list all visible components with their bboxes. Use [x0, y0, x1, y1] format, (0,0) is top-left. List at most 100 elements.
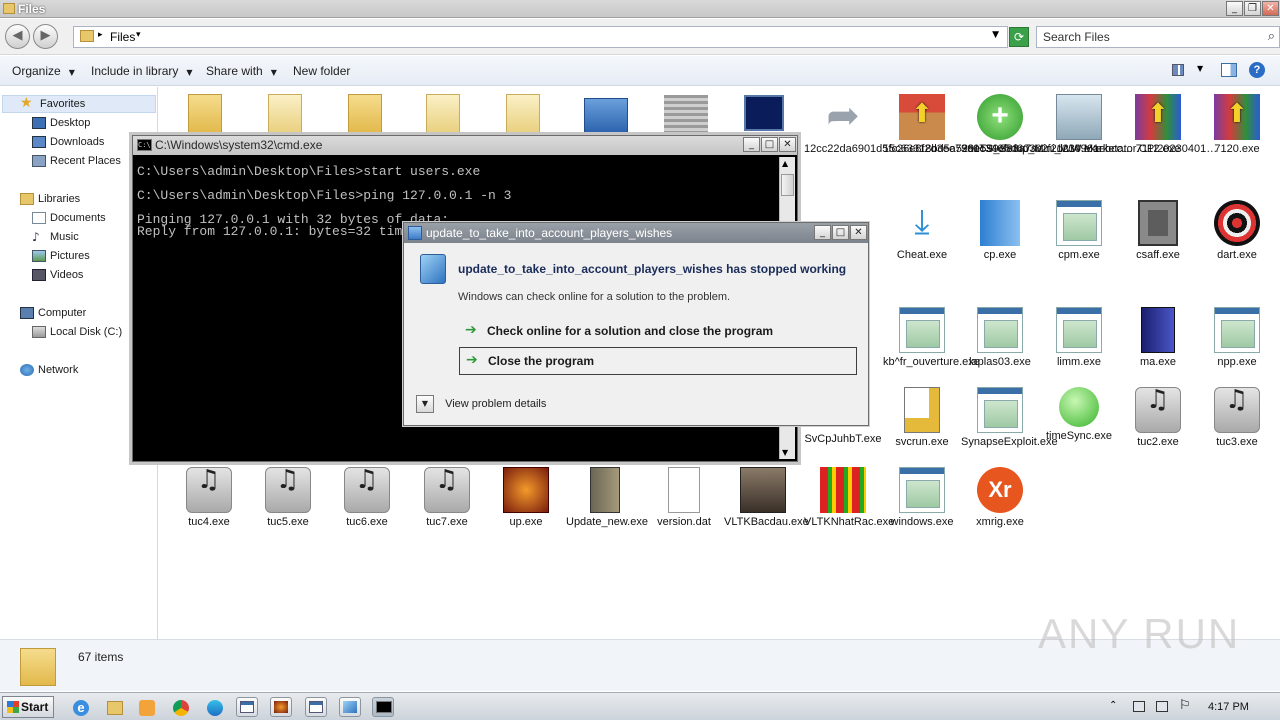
help-icon[interactable]: ?: [1249, 62, 1265, 78]
taskbar-app-window[interactable]: [305, 697, 327, 717]
cmd-title-bar[interactable]: C:\ C:\Windows\system32\cmd.exe _ □ ✕: [133, 136, 797, 155]
dialog-title-bar[interactable]: update_to_take_into_account_players_wish…: [404, 223, 868, 243]
file-explorer-icon[interactable]: [103, 697, 125, 717]
folder-icon[interactable]: [268, 94, 302, 134]
minimize-button[interactable]: _: [814, 225, 831, 240]
file-item[interactable]: cpm.exe: [1040, 200, 1118, 262]
nav-computer[interactable]: Computer: [20, 307, 86, 320]
new-folder-button[interactable]: New folder: [293, 64, 350, 78]
file-item[interactable]: svcrun.exe: [883, 387, 961, 449]
folder-icon[interactable]: [584, 98, 628, 134]
file-item[interactable]: version.dat: [645, 467, 723, 529]
nav-documents[interactable]: Documents: [32, 212, 106, 225]
file-item[interactable]: kb^fr_ouverture.exe: [883, 307, 980, 369]
file-item[interactable]: SynapseExploit.exe: [961, 387, 1058, 449]
edge-icon[interactable]: [204, 697, 226, 717]
address-bar[interactable]: ▸ Files ▾ ▼: [73, 26, 1008, 48]
file-item[interactable]: timeSync.exe: [1040, 387, 1118, 443]
file-item[interactable]: 7120.exe: [1198, 94, 1276, 156]
nav-libraries[interactable]: Libraries: [20, 193, 80, 206]
file-item[interactable]: limm.exe: [1040, 307, 1118, 369]
folder-icon[interactable]: [348, 94, 382, 134]
include-in-library-menu[interactable]: Include in library ▼: [91, 64, 193, 78]
file-item[interactable]: ➦ 12cc22da6901d5fc26e8f2d3ee79a1c346f83a…: [804, 94, 1054, 156]
file-item[interactable]: + 360TS_Setup_Mini_WW.Marketator.CPI2023…: [961, 94, 1217, 156]
terminal-icon[interactable]: [744, 95, 784, 131]
file-item[interactable]: npp.exe: [1198, 307, 1276, 369]
start-button[interactable]: Start: [2, 696, 54, 718]
file-item[interactable]: laplas03.exe: [961, 307, 1039, 369]
minimize-button[interactable]: _: [743, 137, 760, 152]
file-item[interactable]: VLTKBacdau.exe: [724, 467, 809, 529]
chrome-icon[interactable]: [170, 697, 192, 717]
share-with-menu[interactable]: Share with ▼: [206, 64, 277, 78]
file-item[interactable]: 15c63318bd5a529e599e5d60302f2dc14961ebcc…: [883, 94, 1133, 156]
file-item[interactable]: ⤓ Cheat.exe: [883, 200, 961, 262]
app-icon[interactable]: [664, 95, 708, 135]
nav-recent-places[interactable]: Recent Places: [32, 155, 121, 168]
internet-explorer-icon[interactable]: e: [70, 697, 92, 717]
scroll-up-arrow-icon[interactable]: ▲: [782, 159, 788, 168]
media-player-icon[interactable]: [136, 697, 158, 717]
file-item[interactable]: ma.exe: [1119, 307, 1197, 369]
taskbar-cmd[interactable]: [372, 697, 394, 717]
file-item[interactable]: tuc3.exe: [1198, 387, 1276, 449]
file-item[interactable]: VLTKNhatRac.exe: [804, 467, 894, 529]
file-item[interactable]: tuc6.exe: [328, 467, 406, 529]
search-input[interactable]: Search Files ⌕: [1036, 26, 1280, 48]
file-item[interactable]: tuc2.exe: [1119, 387, 1197, 449]
preview-pane-icon[interactable]: [1221, 63, 1237, 77]
maximize-button[interactable]: □: [761, 137, 778, 152]
nav-favorites[interactable]: ★ Favorites: [20, 96, 85, 111]
organize-menu[interactable]: Organize ▼: [12, 64, 75, 78]
chevron-down-icon[interactable]: ▾: [136, 30, 141, 40]
taskbar-app-window[interactable]: [236, 697, 258, 717]
close-button[interactable]: ✕: [779, 137, 796, 152]
battery-tray-icon[interactable]: [1156, 701, 1168, 712]
nav-local-disk[interactable]: Local Disk (C:): [32, 326, 122, 339]
minimize-button[interactable]: _: [1226, 1, 1243, 16]
scroll-down-arrow-icon[interactable]: ▼: [782, 448, 788, 457]
search-icon[interactable]: ⌕: [1268, 29, 1275, 44]
refresh-icon[interactable]: ⟳: [1009, 27, 1029, 47]
chevron-down-icon[interactable]: ▼: [992, 30, 999, 40]
network-tray-icon[interactable]: [1133, 701, 1145, 712]
file-item[interactable]: tuc4.exe: [170, 467, 248, 529]
show-hidden-icons[interactable]: ⌃: [1109, 700, 1117, 711]
close-button[interactable]: ✕: [850, 225, 867, 240]
file-item[interactable]: Update_new.exe: [566, 467, 648, 529]
file-item[interactable]: tuc5.exe: [249, 467, 327, 529]
close-button[interactable]: ✕: [1262, 1, 1279, 16]
nav-desktop[interactable]: Desktop: [32, 117, 90, 130]
view-options-icon[interactable]: [1172, 64, 1184, 76]
nav-downloads[interactable]: Downloads: [32, 136, 104, 149]
view-details-toggle[interactable]: ▼ View problem details: [416, 395, 546, 413]
maximize-button[interactable]: ❐: [1244, 1, 1261, 16]
file-item[interactable]: up.exe: [487, 467, 565, 529]
folder-icon[interactable]: [426, 94, 460, 134]
scroll-thumb[interactable]: [781, 174, 794, 196]
folder-icon[interactable]: [188, 94, 222, 134]
action-center-flag-icon[interactable]: ⚐: [1179, 698, 1191, 713]
taskbar-app-game[interactable]: [270, 697, 292, 717]
taskbar-app-crash[interactable]: [339, 697, 361, 717]
file-item[interactable]: dart.exe: [1198, 200, 1276, 262]
crash-dialog[interactable]: update_to_take_into_account_players_wish…: [403, 222, 869, 426]
forward-button[interactable]: ▶: [33, 24, 58, 49]
close-program-option[interactable]: ➔ Close the program: [459, 347, 857, 375]
chevron-down-icon[interactable]: ▼: [416, 395, 434, 413]
file-item[interactable]: csaff.exe: [1119, 200, 1197, 262]
file-item[interactable]: cp.exe: [961, 200, 1039, 262]
chevron-down-icon[interactable]: ▼: [1197, 64, 1203, 73]
check-online-option[interactable]: ➔ Check online for a solution and close …: [459, 318, 857, 346]
breadcrumb[interactable]: Files: [110, 30, 135, 44]
nav-network[interactable]: Network: [20, 364, 78, 377]
file-item[interactable]: 1230.exe: [1040, 94, 1118, 156]
file-item[interactable]: tuc7.exe: [408, 467, 486, 529]
nav-videos[interactable]: Videos: [32, 269, 83, 282]
nav-pictures[interactable]: Pictures: [32, 250, 90, 263]
maximize-button[interactable]: □: [832, 225, 849, 240]
file-item[interactable]: Xr xmrig.exe: [961, 467, 1039, 529]
file-item[interactable]: windows.exe: [883, 467, 961, 529]
chevron-right-icon[interactable]: ▸: [98, 30, 103, 40]
